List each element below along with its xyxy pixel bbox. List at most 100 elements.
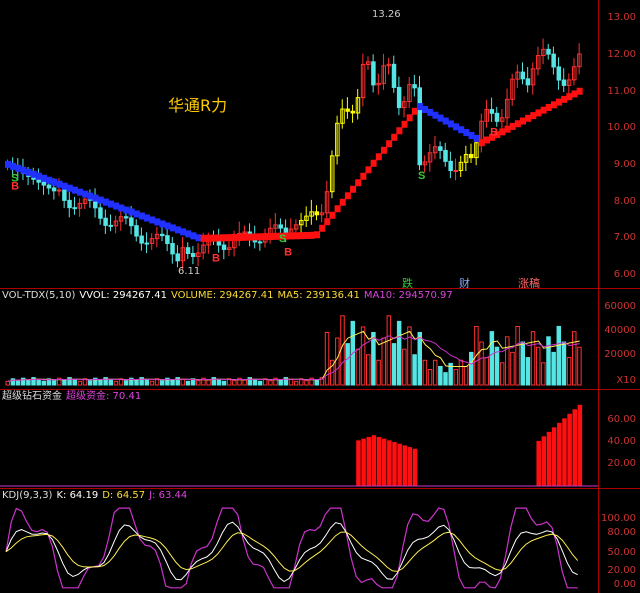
trend-band-block	[61, 182, 68, 190]
volume-bar	[257, 380, 263, 386]
volume-chart[interactable]	[0, 289, 640, 389]
candlestick	[139, 235, 144, 244]
candlestick	[469, 153, 474, 159]
fund-bar	[407, 447, 413, 486]
trend-band-block	[71, 186, 78, 194]
trend-band-block	[453, 123, 460, 131]
fund-chart[interactable]	[0, 390, 640, 488]
candlestick	[546, 48, 551, 55]
trend-band-block	[566, 93, 573, 101]
trend-band-block	[499, 128, 506, 136]
fund-bar	[541, 436, 547, 486]
price-tick-8: 8.00	[613, 196, 636, 207]
trend-band-block	[30, 170, 37, 178]
trend-band-block	[92, 194, 99, 202]
trend-band-block	[241, 233, 248, 241]
candlestick	[62, 189, 67, 201]
fund-value: 超级资金: 70.41	[66, 391, 142, 402]
fund-tick-40: 40.00	[607, 436, 636, 447]
trend-band-block	[180, 228, 187, 236]
fund-bar	[562, 418, 567, 486]
vvol-value: VVOL: 294267.41	[79, 290, 167, 301]
vol-tick-20000: 20000	[604, 349, 636, 360]
trend-band-block	[365, 166, 372, 174]
volume-bar	[293, 380, 299, 386]
fund-bar	[361, 438, 366, 486]
volume-value: VOLUME: 294267.41	[170, 290, 274, 301]
candlestick	[453, 170, 459, 173]
kdj-panel[interactable]: KDJ(9,3,3) K: 64.19 D: 64.57 J: 63.44 10…	[0, 489, 640, 593]
volume-bar	[546, 336, 551, 386]
kdj-tick-50: 50.00	[607, 547, 636, 558]
fund-bar	[356, 440, 361, 486]
fund-bar	[551, 427, 557, 486]
candlestick	[175, 253, 180, 262]
volume-bar	[252, 378, 258, 386]
fund-bar	[557, 422, 562, 486]
volume-bar	[242, 379, 247, 386]
trend-band-block	[576, 87, 583, 95]
d-value: D: 64.57	[102, 490, 146, 501]
price-tick-6: 6.00	[613, 269, 636, 280]
trend-band-block	[545, 103, 552, 111]
candlestick	[396, 86, 402, 109]
vol-tick-60000: 60000	[604, 301, 636, 312]
trend-band-block	[483, 136, 490, 144]
kdj-chart[interactable]	[0, 489, 640, 593]
trend-band-block	[211, 234, 217, 242]
candlestick	[551, 53, 556, 68]
trend-band-block	[66, 184, 73, 192]
candlestick	[350, 110, 356, 114]
trend-band-block	[77, 188, 84, 196]
candlestick	[257, 241, 263, 244]
trend-band-block	[324, 218, 331, 226]
volume-bar	[566, 357, 572, 386]
kdj-d-line	[5, 531, 579, 572]
fund-bar	[536, 440, 541, 486]
j-value: J: 63.44	[149, 490, 188, 501]
trend-band-block	[190, 232, 197, 240]
volume-bar	[113, 380, 119, 386]
volume-bar	[51, 380, 57, 386]
trend-band-block	[473, 134, 480, 142]
volume-bar	[479, 341, 484, 386]
main-chart-panel[interactable]: BSBBSSB 华通R力 13.26 6.11 跌 财 涨稿 13.00 12.…	[0, 0, 640, 290]
fund-bar	[371, 435, 377, 486]
trend-band-block	[458, 126, 465, 134]
volume-bar	[170, 379, 175, 386]
candlestick	[443, 149, 448, 162]
trend-band-block	[41, 174, 48, 182]
volume-bar	[278, 379, 283, 386]
trend-band-block	[509, 122, 516, 130]
trend-band-block	[56, 180, 63, 188]
candlestick	[525, 78, 531, 86]
trend-band-block	[370, 159, 377, 167]
candlestick	[108, 224, 113, 227]
volume-bar	[484, 357, 489, 386]
trend-band-block	[51, 178, 58, 186]
trend-band-block	[87, 192, 94, 200]
candlestick	[165, 235, 170, 245]
kdj-indicator-title: KDJ(9,3,3)	[2, 490, 53, 501]
price-tick-11: 11.00	[607, 86, 636, 97]
trend-band-block	[344, 192, 351, 200]
volume-bar	[77, 380, 83, 386]
trend-band-block	[556, 98, 563, 106]
trend-band-block	[427, 108, 434, 116]
trend-band-block	[46, 176, 53, 184]
trend-band-block	[25, 168, 32, 176]
trend-band-block	[520, 117, 526, 125]
volume-bar	[221, 380, 227, 386]
trend-band-block	[329, 211, 336, 219]
volume-bar	[304, 380, 309, 386]
trend-band-block	[355, 179, 362, 187]
trend-band-block	[5, 160, 11, 168]
trend-band-block	[200, 234, 207, 242]
price-chart[interactable]: BSBBSSB	[0, 0, 640, 288]
trend-band-block	[195, 234, 202, 242]
fund-panel[interactable]: 超级钻石资金 超级资金: 70.41 60.00 40.00 20.00	[0, 390, 640, 488]
buy-marker: B	[284, 246, 292, 258]
volume-panel[interactable]: VOL-TDX(5,10) VVOL: 294267.41 VOLUME: 29…	[0, 289, 640, 389]
volume-bar	[108, 378, 113, 386]
volume-bar	[407, 326, 412, 386]
